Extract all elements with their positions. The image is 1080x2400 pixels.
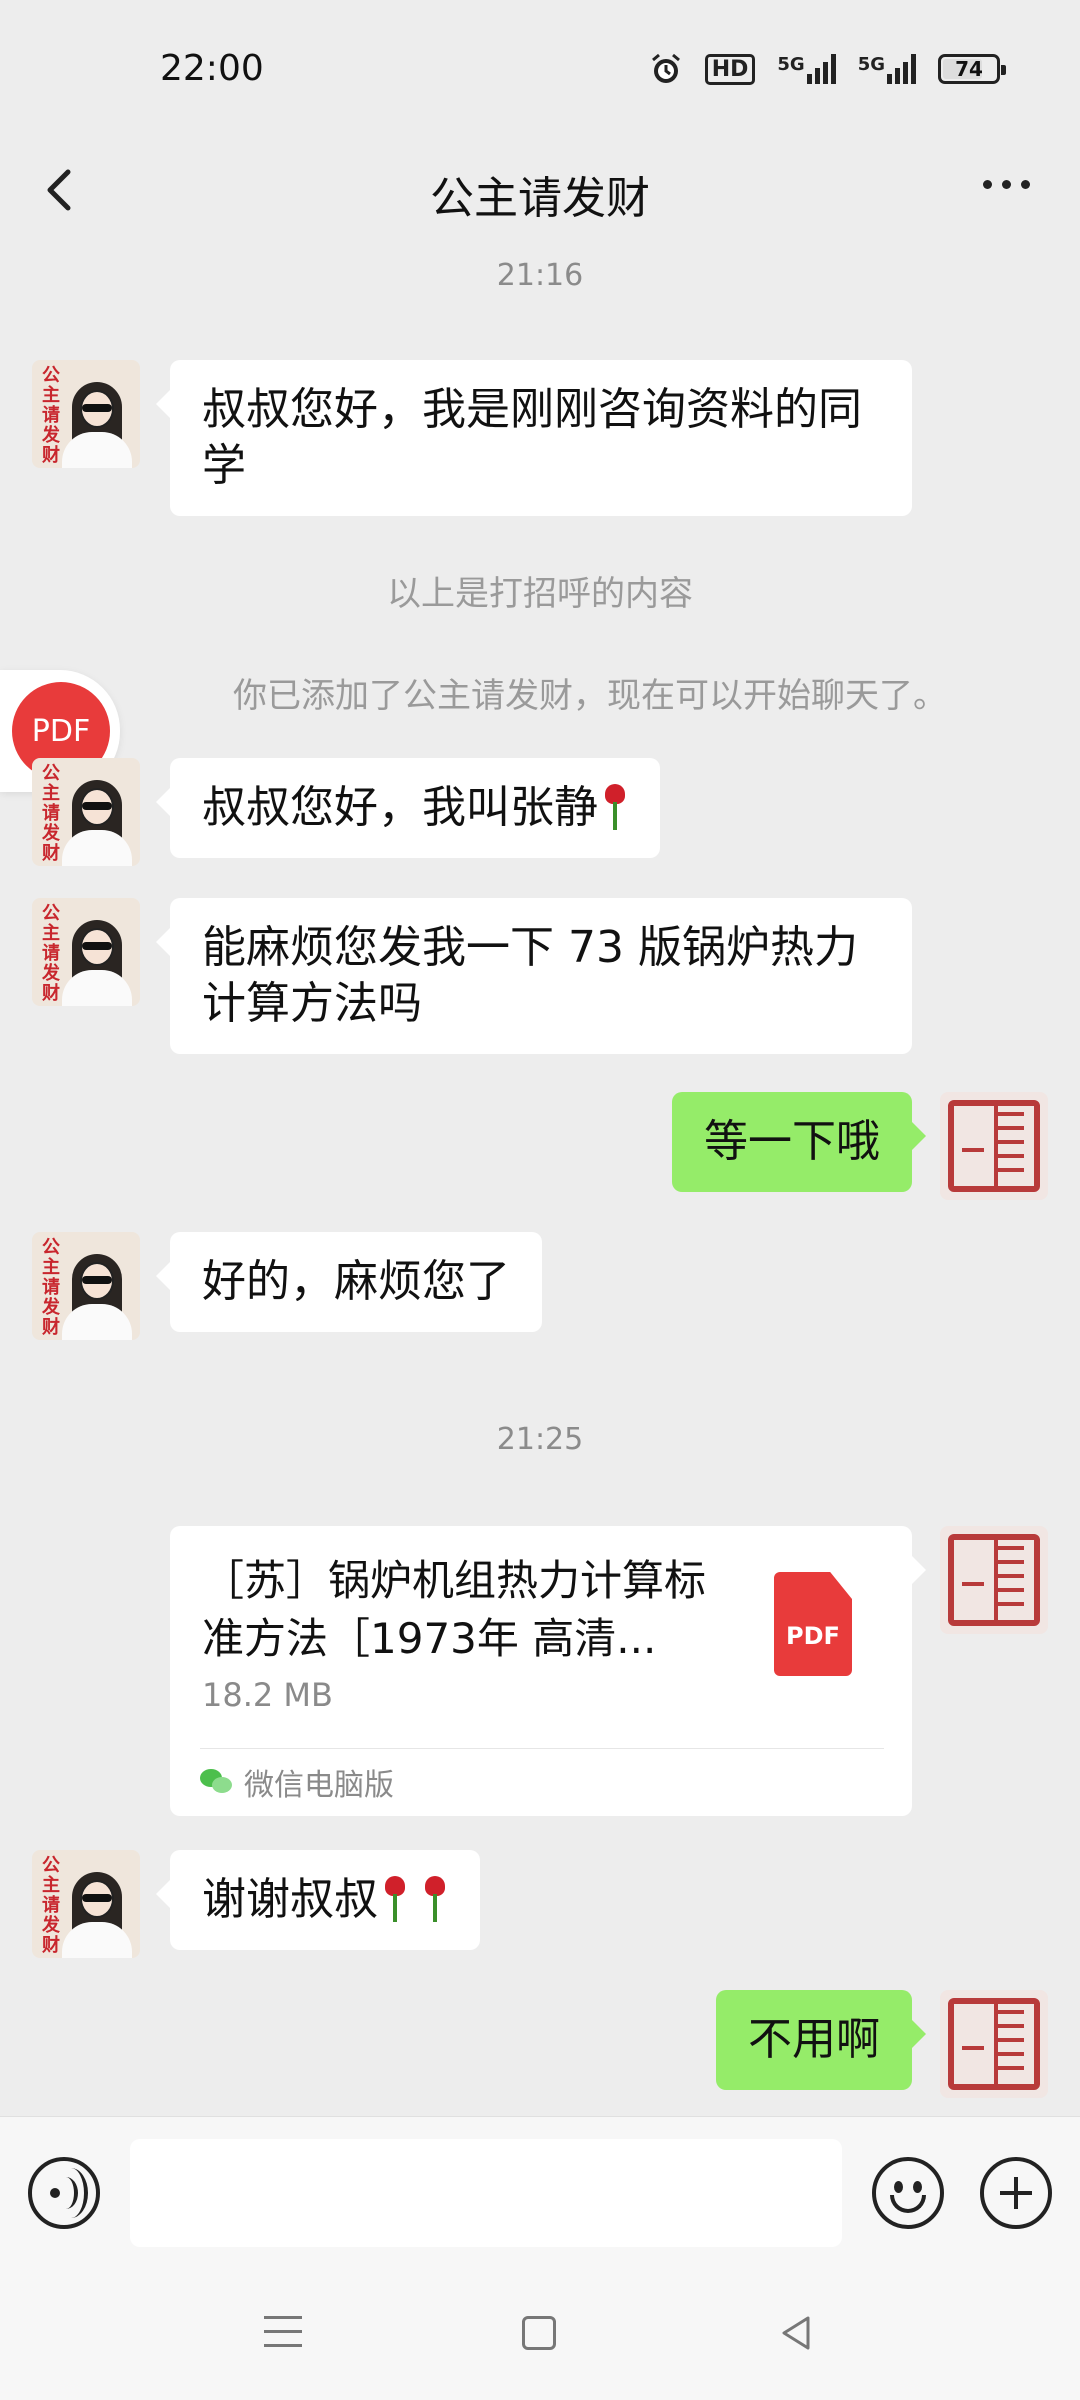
file-message-card[interactable]: ［苏］锅炉机组热力计算标准方法［1973年 高清... 18.2 MB PDF … bbox=[170, 1526, 926, 1816]
network-label: 5G bbox=[857, 54, 885, 75]
message-input[interactable] bbox=[130, 2139, 842, 2247]
file-source-label: 微信电脑版 bbox=[244, 1768, 394, 1803]
more-icon[interactable] bbox=[983, 180, 1030, 189]
contact-avatar[interactable]: 公主请发财 bbox=[32, 1232, 140, 1340]
message-text: 谢谢叔叔 bbox=[202, 1874, 378, 1925]
status-time: 22:00 bbox=[160, 48, 264, 89]
my-avatar[interactable] bbox=[940, 1526, 1048, 1634]
message-bubble-received[interactable]: 好的，麻烦您了 bbox=[156, 1232, 542, 1332]
contact-avatar[interactable]: 公主请发财 bbox=[32, 758, 140, 866]
signal-icon: 5G bbox=[858, 54, 916, 84]
rose-emoji-icon bbox=[602, 782, 628, 832]
pdf-file-icon: PDF bbox=[774, 1572, 852, 1676]
status-bar: 22:00 HD 5G 5G 74 bbox=[0, 0, 1080, 140]
timestamp: 21:16 bbox=[496, 258, 584, 293]
message-bubble-received[interactable]: 谢谢叔叔 bbox=[156, 1850, 480, 1950]
contact-avatar[interactable]: 公主请发财 bbox=[32, 1850, 140, 1958]
emoji-icon[interactable] bbox=[872, 2157, 944, 2229]
menu-icon[interactable] bbox=[264, 2316, 302, 2350]
rose-emoji-icon bbox=[422, 1874, 448, 1924]
my-avatar[interactable] bbox=[940, 1092, 1048, 1200]
system-navigation-bar bbox=[0, 2276, 1080, 2400]
message-bubble-sent[interactable]: 等一下哦 bbox=[672, 1092, 926, 1192]
wechat-icon bbox=[200, 1767, 234, 1797]
file-source: 微信电脑版 bbox=[200, 1760, 394, 1804]
voice-icon[interactable] bbox=[28, 2157, 100, 2229]
chat-title: 公主请发财 bbox=[430, 173, 650, 224]
network-label: 5G bbox=[777, 54, 805, 75]
alarm-icon bbox=[649, 52, 683, 86]
system-note: 你已添加了公主请发财，现在可以开始聊天了。 bbox=[233, 676, 947, 716]
status-icons: HD 5G 5G 74 bbox=[649, 52, 1006, 86]
battery-icon: 74 bbox=[938, 54, 1006, 84]
message-text: 叔叔您好，我叫张静 bbox=[202, 782, 598, 833]
divider bbox=[200, 1748, 884, 1749]
message-bubble-received[interactable]: 能麻烦您发我一下 73 版锅炉热力计算方法吗 bbox=[156, 898, 912, 1054]
file-name: ［苏］锅炉机组热力计算标准方法［1973年 高清... bbox=[202, 1556, 707, 1663]
message-bubble-received[interactable]: 叔叔您好，我叫张静 bbox=[156, 758, 660, 858]
signal-icon: 5G bbox=[777, 54, 836, 84]
timestamp: 21:25 bbox=[496, 1422, 584, 1457]
input-bar bbox=[0, 2116, 1080, 2276]
system-note: 以上是打招呼的内容 bbox=[387, 574, 693, 614]
my-avatar[interactable] bbox=[940, 1990, 1048, 2098]
plus-icon[interactable] bbox=[980, 2157, 1052, 2229]
contact-avatar[interactable]: 公主请发财 bbox=[32, 360, 140, 468]
contact-avatar[interactable]: 公主请发财 bbox=[32, 898, 140, 1006]
file-size: 18.2 MB bbox=[202, 1676, 333, 1714]
home-icon[interactable] bbox=[522, 2316, 556, 2350]
message-bubble-sent[interactable]: 不用啊 bbox=[716, 1990, 926, 2090]
hd-icon: HD bbox=[704, 53, 756, 85]
triangle-back-icon[interactable] bbox=[778, 2314, 814, 2352]
rose-emoji-icon bbox=[382, 1874, 408, 1924]
battery-level: 74 bbox=[955, 57, 983, 81]
message-bubble-received[interactable]: 叔叔您好，我是刚刚咨询资料的同学 bbox=[156, 360, 912, 516]
chat-header: 公主请发财 bbox=[0, 140, 1080, 240]
